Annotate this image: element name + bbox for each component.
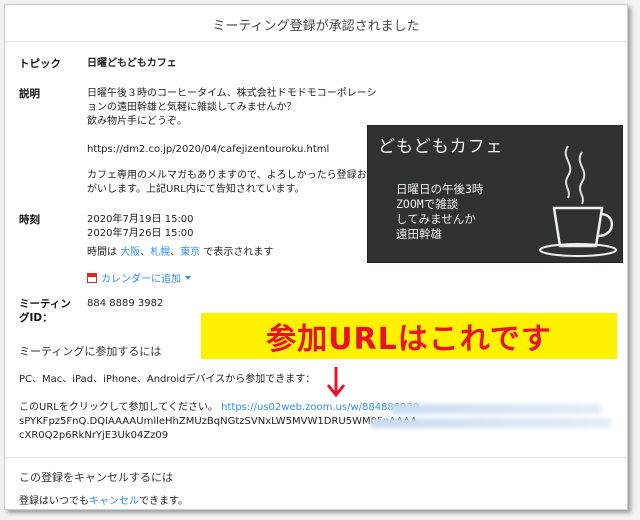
timezone-sapporo-link[interactable]: 札幌 bbox=[150, 247, 170, 258]
join-url-line2[interactable]: sPYKFpz5FnQ.DQIAAAAUmlleHhZMUzBqNGtzSVNx… bbox=[19, 415, 417, 429]
timezone-prefix: 時間は bbox=[87, 247, 117, 258]
annotation-banner: 参加URLはこれです bbox=[201, 313, 617, 359]
calendar-icon bbox=[87, 272, 97, 283]
blackboard-line3: してみませんか bbox=[396, 212, 476, 226]
chevron-down-icon bbox=[185, 276, 191, 280]
time-date1: 2020年7月19日 15:00 bbox=[87, 214, 194, 225]
timezone-sep1: 、 bbox=[140, 247, 151, 258]
timezone-tokyo-link[interactable]: 東京 bbox=[180, 247, 200, 258]
meeting-id-value: 884 8889 3982 bbox=[87, 298, 164, 309]
timezone-osaka-link[interactable]: 大阪 bbox=[120, 247, 140, 258]
join-click-text: このURLをクリックして参加してください。 bbox=[19, 402, 218, 413]
blackboard-line4: 遠田幹雄 bbox=[396, 227, 442, 241]
join-url-line3[interactable]: cXR0Q2p6RkNrYjE3Uk04Zz09 bbox=[19, 429, 168, 443]
time-label: 時刻 bbox=[19, 214, 40, 226]
join-devices-text: PC、Mac、iPad、iPhone、Androidデバイスから参加できます： bbox=[19, 374, 316, 385]
description-line4: カフェ専用のメルマガもありますので、よろしかったら登録おね bbox=[87, 170, 377, 181]
join-url-block: このURLをクリックして参加してください。 https://us02web.zo… bbox=[19, 401, 419, 415]
join-heading: ミーティングに参加するには bbox=[19, 345, 162, 358]
blackboard-line2: ZOOMで雑談 bbox=[396, 197, 459, 211]
time-date2: 2020年7月26日 15:00 bbox=[87, 228, 194, 239]
cancel-link[interactable]: キャンセル bbox=[89, 496, 139, 507]
meeting-id-label-line1: ミーティン bbox=[19, 298, 71, 310]
cafe-blackboard-image: どもどもカフェ 日曜日の午後3時 ZOOMで雑談 してみませんか 遠田幹雄 bbox=[367, 125, 623, 263]
timezone-note: 時間は 大阪、札幌、東京 で表示されます bbox=[87, 246, 273, 260]
blackboard-title: どもどもカフェ bbox=[378, 137, 504, 157]
annotation-banner-text: 参加URLはこれです bbox=[266, 322, 552, 357]
url-redaction-blur-2 bbox=[371, 418, 611, 428]
description-label: 説明 bbox=[19, 88, 40, 100]
meeting-id-label-line2: グID： bbox=[19, 312, 53, 324]
url-redaction-blur bbox=[391, 404, 601, 414]
description-url: https://dm2.co.jp/2020/04/cafejizentouro… bbox=[87, 144, 330, 155]
blackboard-text: 日曜日の午後3時 ZOOMで雑談 してみませんか 遠田幹雄 bbox=[396, 182, 483, 242]
description-line5: がいします。上記URL内にて告知されています。 bbox=[87, 184, 305, 195]
topic-value: 日曜どもどもカフェ bbox=[87, 58, 177, 69]
registration-card: ミーティング登録が承認されました トピック 日曜どもどもカフェ 説明 日曜午後３… bbox=[4, 4, 628, 510]
arrow-down-icon bbox=[326, 367, 346, 398]
cancel-heading: この登録をキャンセルするには bbox=[19, 471, 173, 484]
coffee-cup-icon bbox=[539, 145, 617, 257]
cancel-text: 登録はいつでもキャンセルできます。 bbox=[19, 495, 188, 509]
description-line1: 日曜午後３時のコーヒータイム、株式会社ドモドモコーポレーシ bbox=[87, 88, 377, 99]
blackboard-line1: 日曜日の午後3時 bbox=[396, 182, 484, 196]
timezone-sep2: 、 bbox=[170, 247, 181, 258]
add-to-calendar-button[interactable]: カレンダーに追加 bbox=[87, 270, 191, 285]
add-to-calendar-label: カレンダーに追加 bbox=[101, 274, 181, 285]
description-line2: ョンの遠田幹雄と気軽に雑談してみませんか？ bbox=[87, 102, 297, 113]
cancel-divider bbox=[5, 457, 627, 458]
cancel-suffix: できます。 bbox=[139, 496, 188, 507]
cancel-prefix: 登録はいつでも bbox=[19, 496, 89, 507]
description-line3: 飲み物片手にどうぞ。 bbox=[87, 116, 187, 127]
page-title: ミーティング登録が承認されました bbox=[212, 19, 420, 34]
topic-label: トピック bbox=[19, 58, 61, 70]
title-divider bbox=[5, 41, 627, 42]
join-url-link[interactable]: https://us02web.zoom.us/w/884888939 bbox=[221, 402, 419, 413]
timezone-suffix: で表示されます bbox=[203, 247, 274, 258]
